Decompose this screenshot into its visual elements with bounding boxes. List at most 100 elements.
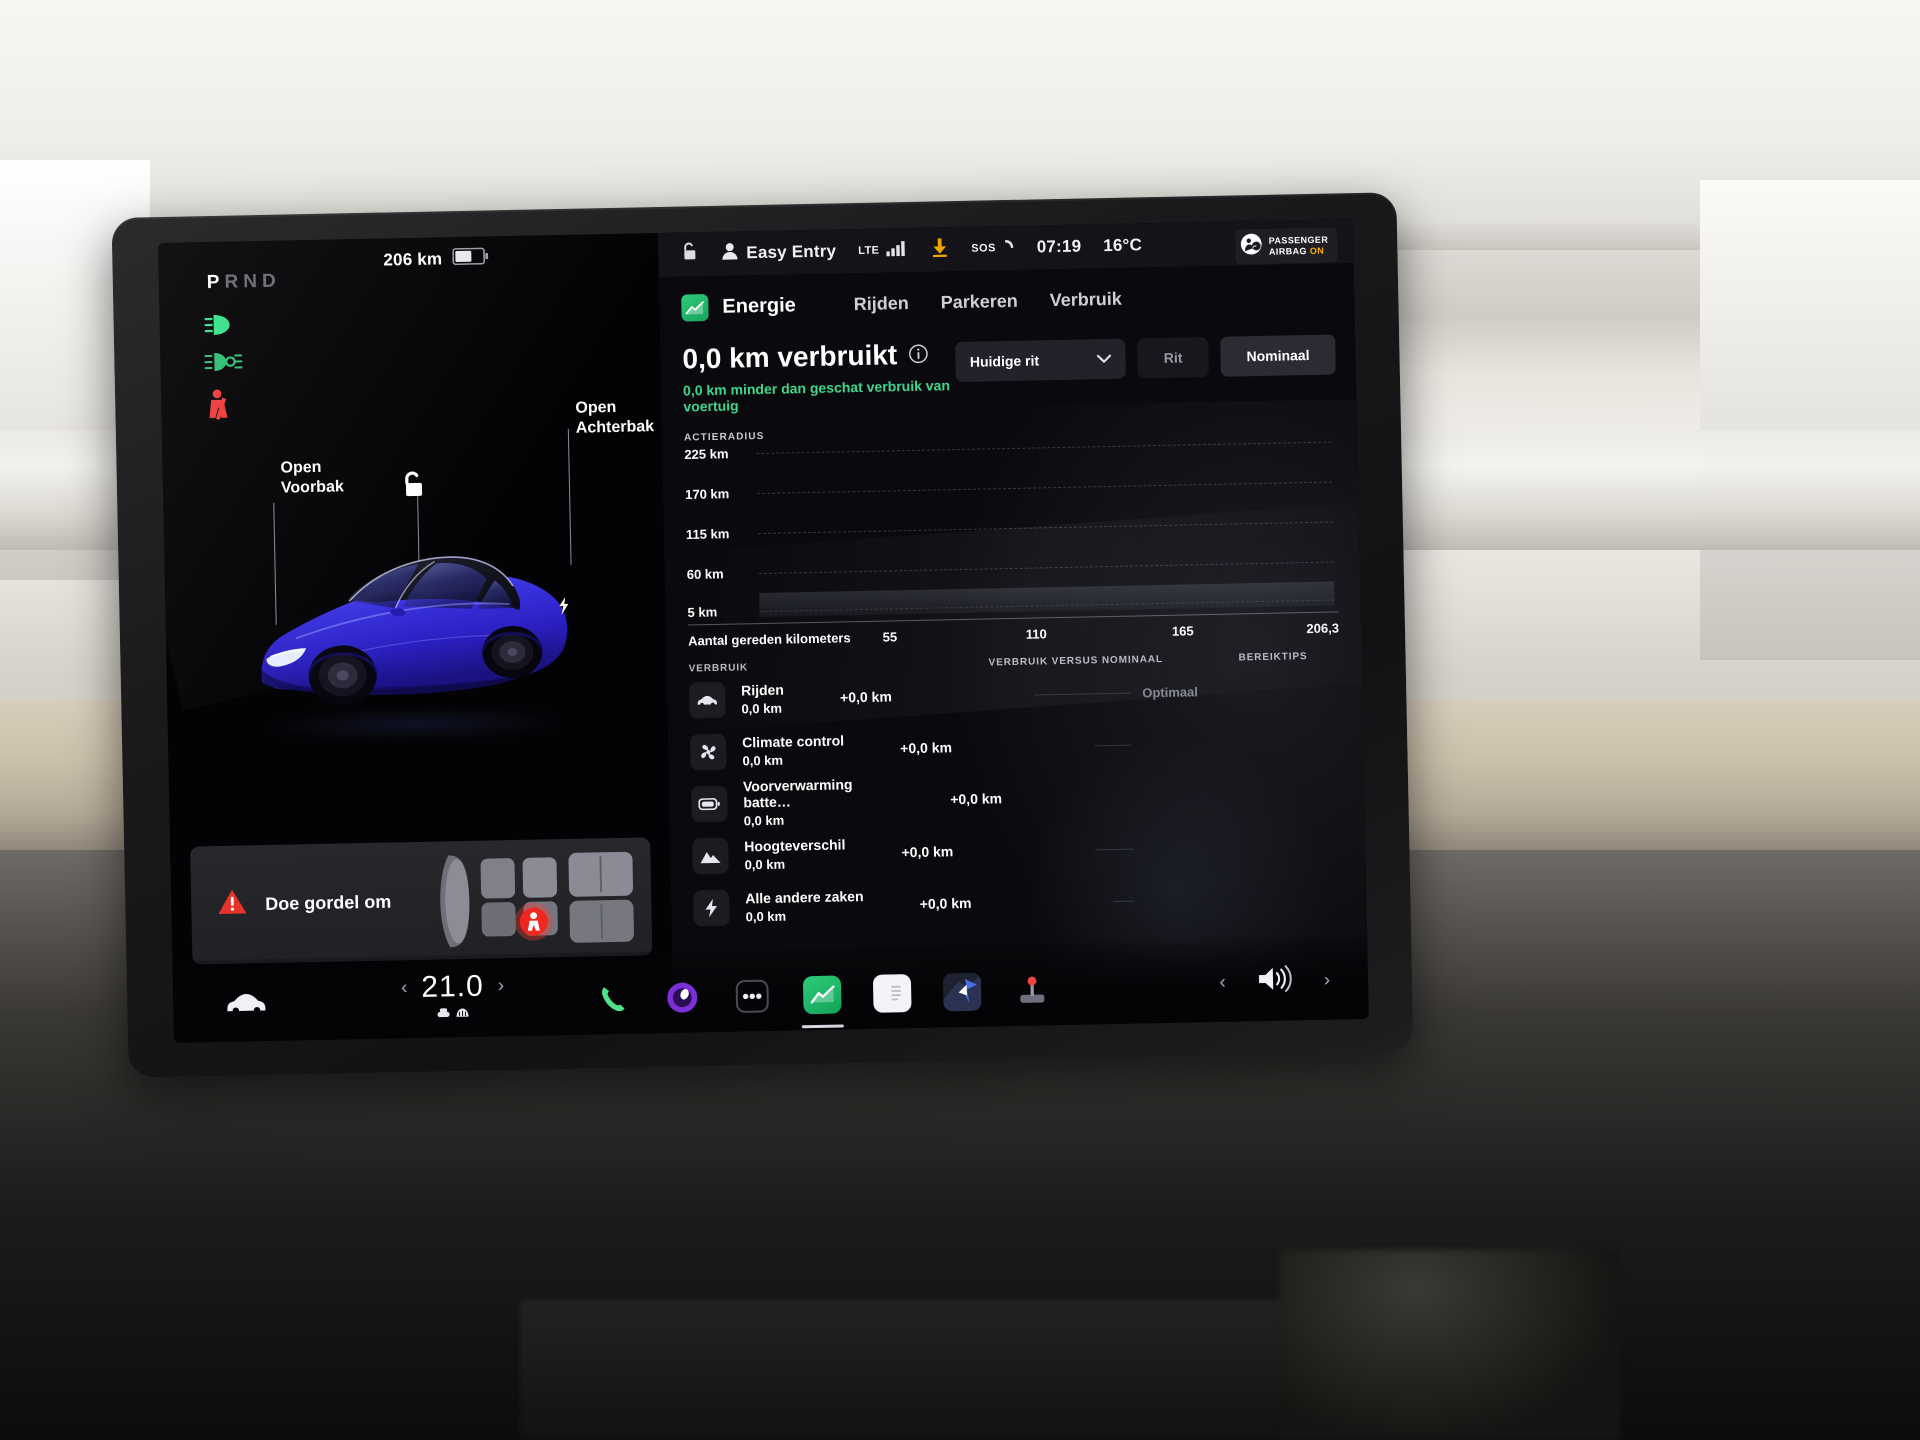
tab-verbruik[interactable]: Verbruik — [1034, 285, 1139, 314]
car-controls-icon[interactable] — [225, 988, 268, 1020]
vehicle-visualization[interactable]: Open Voorbak Open Achterbak — [162, 399, 670, 833]
summary-controls: Huidige rit Rit Nominaal — [955, 330, 1336, 383]
network-status[interactable]: LTE — [847, 228, 920, 273]
navigation-app-icon[interactable] — [942, 972, 982, 1012]
callout-voorbak-line1: Open — [280, 458, 322, 477]
center-console — [520, 1300, 1400, 1440]
person-icon — [720, 241, 739, 265]
trip-select-dropdown[interactable]: Huidige rit — [955, 338, 1127, 383]
segment-rit-button[interactable]: Rit — [1137, 336, 1209, 379]
driver-profile-button[interactable]: Easy Entry — [709, 229, 848, 276]
row-label-block: Rijden 0,0 km — [741, 682, 784, 717]
unlock-icon — [679, 241, 699, 268]
row-name: Climate control — [741, 732, 845, 751]
phone-app-icon[interactable] — [593, 980, 632, 1019]
ytick-225: 225 km — [684, 446, 729, 463]
row-name: Hoogteverschil — [744, 836, 846, 855]
table-row[interactable]: Rijden 0,0 km +0,0 km — [688, 666, 1131, 727]
bolt-icon — [693, 889, 730, 927]
ytick-170: 170 km — [685, 486, 730, 503]
chart-x-axis-title: Aantal gereden kilometers — [687, 630, 851, 649]
ytick-60: 60 km — [686, 566, 724, 583]
defrost-icon[interactable] — [455, 1005, 469, 1023]
row-value: 0,0 km — [742, 752, 784, 769]
arcade-app-icon[interactable] — [1013, 971, 1052, 1010]
segment-nominaal-button[interactable]: Nominaal — [1220, 334, 1336, 377]
signal-bars-icon — [886, 239, 908, 260]
gear-d: D — [261, 270, 281, 292]
row-value: 0,0 km — [744, 856, 786, 873]
touchscreen-bezel: PRND Open Voorbak Open Achterbak Doe gor… — [111, 192, 1414, 1078]
climate-sub-icons — [436, 1005, 469, 1024]
gear-r: R — [224, 271, 244, 293]
xtick-165: 165 — [1171, 623, 1194, 639]
chart-plot-area: 225 km 170 km 115 km 60 km 5 km — [684, 433, 1338, 620]
table-row[interactable]: Voorverwarming batte… 0,0 km +0,0 km — [691, 770, 1133, 831]
app-title: Energie — [722, 294, 796, 318]
trip-select-value: Huidige rit — [969, 352, 1040, 370]
network-type-label: LTE — [858, 244, 880, 258]
media-app-icon[interactable] — [663, 978, 702, 1017]
row-label-block: Climate control 0,0 km — [742, 732, 845, 768]
chevron-right-icon[interactable]: › — [1323, 969, 1330, 991]
volume-control[interactable]: ‹ › — [1219, 963, 1330, 1000]
xtick-206-3: 206,3 — [1306, 620, 1340, 637]
warning-triangle-icon — [217, 888, 248, 921]
chevron-left-icon[interactable]: ‹ — [1219, 971, 1226, 993]
callout-open-voorbak[interactable]: Open Voorbak — [280, 457, 344, 497]
airbag-icon — [1240, 233, 1263, 260]
range-chart[interactable]: ACTIERADIUS 225 km 170 km 115 km 60 km 5… — [662, 401, 1362, 656]
table-row[interactable]: Climate control 0,0 km +0,0 km — [689, 718, 1132, 779]
sos-button[interactable]: SOS — [960, 226, 1026, 271]
ytick-115: 115 km — [685, 526, 730, 543]
software-update-button[interactable] — [919, 227, 961, 272]
row-delta: +0,0 km — [900, 739, 953, 757]
clock: 07:19 — [1025, 224, 1092, 269]
chevron-right-icon[interactable]: › — [497, 975, 504, 997]
row-nominal-bar — [1113, 900, 1135, 902]
sos-label: SOS — [971, 242, 996, 255]
seat-occupancy-diagram — [434, 839, 646, 964]
row-name: Rijden — [740, 681, 785, 699]
chart-data-area — [759, 581, 1335, 618]
callout-achterbak-line2: Achterbak — [575, 417, 655, 437]
phone-handset-icon — [1003, 238, 1015, 257]
seatbelt-warning-bar[interactable]: Doe gordel om — [190, 837, 653, 965]
battery-icon — [452, 247, 489, 270]
table-row[interactable]: Alle andere zaken 0,0 km +0,0 km — [693, 874, 1135, 935]
notes-app-icon[interactable] — [872, 974, 912, 1013]
tab-rijden[interactable]: Rijden — [837, 290, 925, 319]
row-nominal-bar — [1095, 848, 1134, 850]
callout-open-achterbak[interactable]: Open Achterbak — [575, 397, 654, 438]
energy-app-panel: 206 km Easy Entry LTE SOS 07:19 16°C PAS… — [383, 219, 1369, 1033]
chevron-down-icon — [1097, 351, 1112, 367]
driver-profile-name: Easy Entry — [746, 241, 837, 263]
row-value: 0,0 km — [741, 700, 783, 717]
chevron-left-icon[interactable]: ‹ — [401, 977, 408, 999]
range-tip-text: Optimaal — [1142, 684, 1199, 701]
temperature-value: 21.0 — [421, 969, 485, 1004]
range-display[interactable]: 206 km — [383, 236, 489, 282]
table-row[interactable]: Hoogteverschil 0,0 km +0,0 km — [692, 822, 1134, 883]
right-window — [1700, 180, 1920, 660]
gear-n: N — [243, 270, 263, 293]
battery-icon — [691, 785, 728, 823]
energy-app-icon[interactable] — [801, 975, 844, 1029]
xtick-55: 55 — [882, 629, 898, 645]
low-beam-headlight-icon — [203, 311, 242, 343]
speaker-icon[interactable] — [1255, 963, 1294, 999]
info-circle-icon[interactable] — [908, 339, 929, 371]
outside-temperature-value: 16°C — [1103, 235, 1143, 256]
more-apps-icon[interactable] — [733, 977, 772, 1016]
row-name: Voorverwarming batte… — [742, 776, 853, 811]
climate-temperature-control[interactable]: ‹ 21.0 › — [401, 969, 505, 1024]
seat-heater-icon[interactable] — [436, 1005, 450, 1023]
row-nominal-bar — [1034, 692, 1131, 696]
row-nominal-bar — [1094, 744, 1132, 746]
lock-status-button[interactable] — [668, 232, 710, 277]
row-delta: +0,0 km — [839, 688, 892, 706]
row-label-block: Voorverwarming batte… 0,0 km — [743, 775, 895, 828]
tab-parkeren[interactable]: Parkeren — [924, 287, 1034, 316]
touchscreen-display[interactable]: PRND Open Voorbak Open Achterbak Doe gor… — [158, 219, 1369, 1043]
unlock-icon[interactable] — [395, 468, 430, 508]
